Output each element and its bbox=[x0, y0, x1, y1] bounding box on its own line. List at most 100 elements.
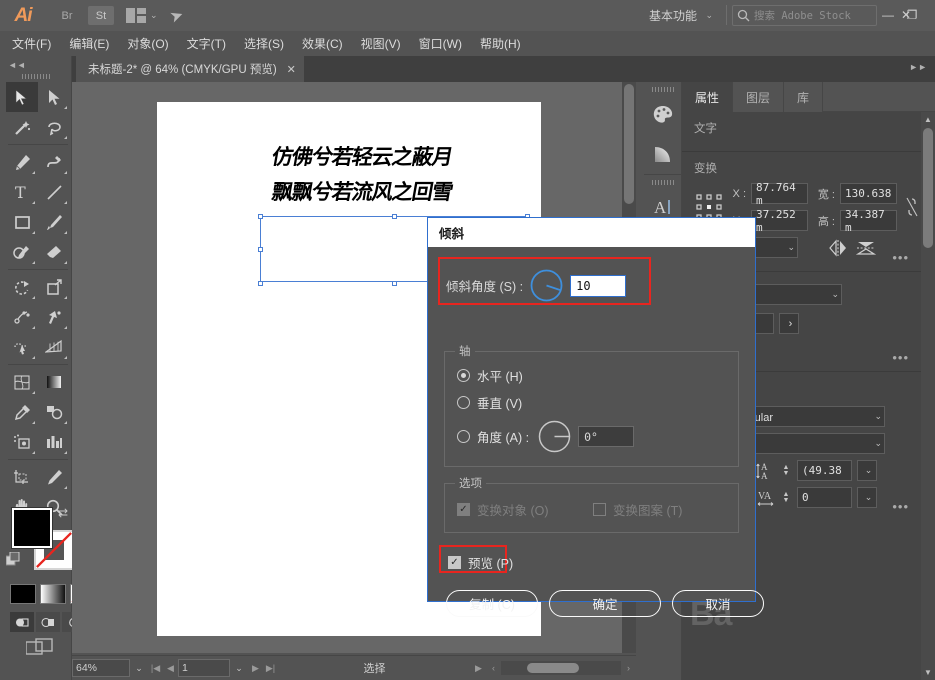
x-input[interactable]: 87.764 m bbox=[751, 181, 808, 207]
scroll-right-icon[interactable]: › bbox=[621, 659, 636, 677]
collapse-left-icon[interactable]: ◄◄ bbox=[8, 60, 26, 70]
axis-horizontal-option[interactable]: 水平 (H) bbox=[457, 366, 523, 385]
fill-color-swatch[interactable] bbox=[12, 508, 52, 548]
tab-libraries[interactable]: 库 bbox=[784, 82, 824, 112]
horizontal-scrollbar[interactable] bbox=[501, 661, 621, 675]
scroll-down-icon[interactable]: ▼ bbox=[924, 668, 932, 677]
artboard-text-object[interactable]: 仿佛兮若轻云之蔽月 飘飘兮若流风之回雪 bbox=[270, 140, 522, 210]
free-transform-tool[interactable] bbox=[38, 302, 70, 332]
artboard-dropdown-icon[interactable]: ⌄ bbox=[230, 659, 248, 677]
axis-vertical-option[interactable]: 垂直 (V) bbox=[457, 393, 522, 412]
radio-horizontal[interactable] bbox=[457, 369, 470, 382]
perspective-grid-tool[interactable] bbox=[38, 332, 70, 362]
radio-angle[interactable] bbox=[457, 430, 470, 443]
appearance-more-options[interactable]: ••• bbox=[892, 350, 909, 365]
transform-more-options[interactable]: ••• bbox=[892, 250, 909, 265]
column-graph-tool[interactable] bbox=[38, 427, 70, 457]
last-artboard-button[interactable]: ▶| bbox=[263, 659, 278, 677]
lasso-tool[interactable] bbox=[38, 112, 70, 142]
artboard-number-input[interactable]: 1 bbox=[178, 659, 230, 677]
gradient-swatch[interactable] bbox=[40, 584, 66, 604]
panel-grip[interactable] bbox=[22, 74, 50, 79]
draw-behind-icon[interactable] bbox=[36, 612, 60, 632]
magic-wand-tool[interactable] bbox=[6, 112, 38, 142]
flip-horizontal-icon[interactable] bbox=[828, 238, 848, 257]
menu-window[interactable]: 窗口(W) bbox=[419, 35, 462, 52]
prev-artboard-button[interactable]: ◀ bbox=[163, 659, 178, 677]
first-artboard-button[interactable]: |◀ bbox=[148, 659, 163, 677]
menu-help[interactable]: 帮助(H) bbox=[480, 35, 521, 52]
tab-layers[interactable]: 图层 bbox=[733, 82, 785, 112]
character-more-options[interactable]: ••• bbox=[892, 499, 909, 514]
ok-button[interactable]: 确定 bbox=[549, 590, 661, 617]
collapse-right-icon[interactable]: ►► bbox=[909, 62, 927, 72]
leading-input[interactable]: (49.38 bbox=[797, 460, 852, 481]
stroke-weight-dropdown[interactable]: ⌄ bbox=[754, 284, 842, 305]
close-button[interactable]: ✕ bbox=[895, 4, 917, 26]
close-icon[interactable]: ✕ bbox=[287, 63, 296, 76]
checkbox-preview[interactable]: ✓ bbox=[448, 556, 461, 569]
copy-button[interactable]: 复制 (C) bbox=[446, 590, 538, 617]
menu-select[interactable]: 选择(S) bbox=[244, 35, 284, 52]
height-input[interactable]: 34.387 m bbox=[840, 208, 897, 234]
slice-tool[interactable] bbox=[38, 462, 70, 492]
resize-handle-n[interactable] bbox=[392, 214, 397, 219]
line-segment-tool[interactable] bbox=[38, 177, 70, 207]
stock-icon[interactable]: St bbox=[88, 6, 114, 25]
panel-grip[interactable] bbox=[651, 180, 674, 185]
flip-vertical-icon[interactable] bbox=[856, 239, 876, 257]
panel-grip[interactable] bbox=[651, 87, 674, 92]
axis-angle-dial-icon[interactable] bbox=[538, 420, 571, 453]
paintbrush-tool[interactable] bbox=[38, 207, 70, 237]
resize-handle-sw[interactable] bbox=[258, 281, 263, 286]
shear-angle-input[interactable]: 10 bbox=[570, 274, 627, 297]
menu-type[interactable]: 文字(T) bbox=[187, 35, 226, 52]
leading-stepper[interactable]: ▲ ▼ bbox=[780, 464, 792, 477]
menu-object[interactable]: 对象(O) bbox=[127, 35, 168, 52]
tracking-dropdown-icon[interactable]: ⌄ bbox=[857, 487, 877, 508]
shaper-tool[interactable] bbox=[6, 237, 38, 267]
chevron-down-icon[interactable]: ⌄ bbox=[705, 10, 713, 21]
rectangle-tool[interactable] bbox=[6, 207, 38, 237]
workspace-switcher[interactable]: 基本功能 bbox=[649, 7, 697, 24]
shape-builder-tool[interactable] bbox=[6, 332, 38, 362]
width-tool[interactable] bbox=[6, 302, 38, 332]
preview-option[interactable]: ✓ 预览 (P) bbox=[448, 553, 513, 572]
axis-angle-input[interactable]: 0° bbox=[578, 426, 635, 447]
document-tab[interactable]: 未标题-2* @ 64% (CMYK/GPU 预览) ✕ bbox=[76, 56, 304, 82]
change-screen-mode-icon[interactable] bbox=[25, 638, 54, 663]
resize-handle-w[interactable] bbox=[258, 247, 263, 252]
zoom-level-input[interactable]: 64% bbox=[72, 659, 130, 677]
menu-edit[interactable]: 编辑(E) bbox=[69, 35, 109, 52]
menu-file[interactable]: 文件(F) bbox=[12, 35, 51, 52]
bridge-icon[interactable]: Br bbox=[54, 6, 80, 25]
color-swatch[interactable] bbox=[10, 584, 36, 604]
selection-tool[interactable] bbox=[6, 82, 38, 112]
scrollbar-thumb[interactable] bbox=[923, 128, 933, 248]
y-input[interactable]: 37.252 m bbox=[751, 208, 808, 234]
properties-scrollbar[interactable]: ▲ ▼ bbox=[921, 112, 935, 680]
scale-tool[interactable] bbox=[38, 272, 70, 302]
search-input[interactable]: 搜索 Adobe Stock bbox=[732, 5, 877, 26]
width-input[interactable]: 130.638 bbox=[840, 183, 897, 204]
go-icon[interactable]: ➤ bbox=[167, 4, 186, 27]
blend-tool[interactable] bbox=[38, 397, 70, 427]
tab-properties[interactable]: 属性 bbox=[682, 82, 734, 112]
resize-handle-nw[interactable] bbox=[258, 214, 263, 219]
gradient-tool[interactable] bbox=[38, 367, 70, 397]
arrange-documents-button[interactable]: ⌄ bbox=[126, 8, 158, 23]
angle-dial-icon[interactable] bbox=[530, 269, 563, 302]
scroll-left-icon[interactable]: ‹ bbox=[486, 659, 501, 677]
direct-selection-tool[interactable] bbox=[38, 82, 70, 112]
unlink-icon[interactable] bbox=[905, 196, 919, 218]
scroll-up-icon[interactable]: ▲ bbox=[924, 115, 932, 124]
menu-effect[interactable]: 效果(C) bbox=[302, 35, 343, 52]
cancel-button[interactable]: 取消 bbox=[672, 590, 764, 617]
color-panel-icon[interactable] bbox=[644, 94, 681, 134]
swap-fill-stroke-icon[interactable]: ⇄ bbox=[58, 506, 68, 520]
pen-tool[interactable] bbox=[6, 147, 38, 177]
gradient-panel-icon[interactable] bbox=[644, 134, 681, 174]
tracking-input[interactable]: 0 bbox=[797, 487, 852, 508]
default-fill-stroke-icon[interactable] bbox=[6, 552, 20, 566]
mesh-tool[interactable] bbox=[6, 367, 38, 397]
